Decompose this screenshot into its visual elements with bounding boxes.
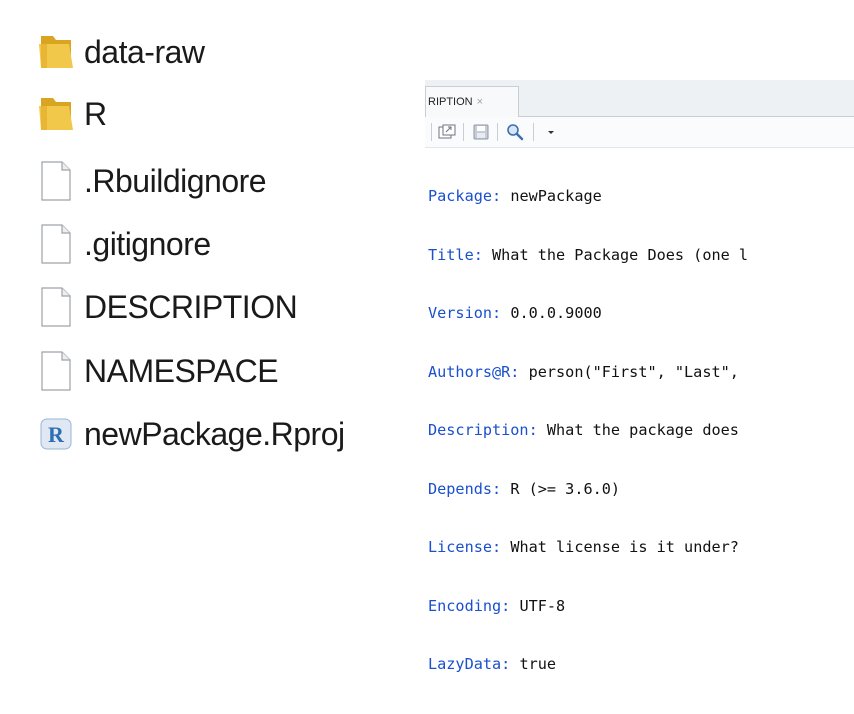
dropdown-icon[interactable]	[541, 122, 561, 142]
field-value: 0.0.0.9000	[501, 304, 602, 322]
code-line: Title: What the Package Does (one l	[428, 245, 749, 264]
code-line: Depends: R (>= 3.6.0)	[428, 479, 621, 498]
search-icon[interactable]	[505, 122, 525, 142]
open-in-window-icon[interactable]	[437, 122, 457, 142]
field-key: LazyData	[428, 655, 502, 673]
field-key: Encoding	[428, 596, 502, 615]
field-key: Title	[428, 245, 474, 264]
field-value: What the package does	[537, 421, 739, 439]
field-key: Depends	[428, 479, 493, 498]
field-key: Package	[428, 187, 493, 205]
field-key: Description	[428, 421, 529, 439]
code-line: Encoding: UTF-8	[428, 596, 566, 615]
file-item-label: .gitignore	[84, 225, 211, 262]
tab-label: RIPTION	[428, 96, 473, 108]
field-value: What license is it under?	[501, 538, 739, 556]
field-key: Version	[428, 304, 493, 322]
document-icon	[36, 157, 76, 205]
file-item-namespace[interactable]: NAMESPACE	[36, 343, 279, 399]
field-value: newPackage	[501, 187, 602, 205]
document-icon	[36, 347, 76, 395]
folder-icon	[36, 90, 76, 138]
tab-strip: RIPTION ×	[425, 80, 854, 117]
code-line: LazyData: true	[428, 655, 557, 673]
toolbar-divider	[533, 123, 534, 141]
code-line: Package: newPackage	[428, 187, 602, 205]
folder-icon	[36, 28, 76, 76]
field-value: What the Package Does (one l	[482, 245, 749, 264]
toolbar-divider	[431, 123, 432, 141]
file-item-r[interactable]: R	[36, 86, 107, 142]
code-editor[interactable]: Package: newPackage Title: What the Pack…	[428, 148, 748, 714]
save-icon[interactable]	[471, 122, 491, 142]
file-item-label: NAMESPACE	[84, 352, 279, 389]
toolbar-divider	[463, 123, 464, 141]
rproj-icon: R	[36, 410, 76, 458]
field-value: UTF-8	[510, 596, 566, 615]
tab-description[interactable]: RIPTION ×	[425, 86, 519, 117]
file-item-label: data-raw	[84, 33, 205, 70]
code-line: Authors@R: person("First", "Last",	[428, 362, 739, 381]
code-line: License: What license is it under?	[428, 538, 739, 556]
file-explorer-list: data-raw R .Rbuildignore .gitignore DESC…	[0, 0, 428, 469]
field-key: License	[428, 538, 493, 556]
code-line: Description: What the package does	[428, 421, 739, 439]
field-value: person("First", "Last",	[519, 362, 739, 381]
editor-toolbar	[425, 117, 854, 148]
file-item-gitignore[interactable]: .gitignore	[36, 216, 211, 272]
file-item-rbuildignore[interactable]: .Rbuildignore	[36, 153, 267, 209]
document-icon	[36, 283, 76, 331]
file-item-label: DESCRIPTION	[84, 288, 298, 325]
toolbar-divider	[497, 123, 498, 141]
rproj-badge-letter: R	[48, 422, 65, 447]
file-item-label: R	[84, 95, 107, 132]
field-key: Authors@R	[428, 362, 511, 381]
document-icon	[36, 220, 76, 268]
field-value: true	[510, 655, 557, 673]
file-item-data-raw[interactable]: data-raw	[36, 24, 205, 80]
close-icon[interactable]: ×	[477, 96, 483, 108]
file-item-label: .Rbuildignore	[84, 162, 267, 199]
file-item-label: newPackage.Rproj	[84, 415, 345, 452]
editor-pane: RIPTION × Package: newPackage Title: Wha…	[425, 80, 854, 673]
file-item-description[interactable]: DESCRIPTION	[36, 279, 298, 335]
file-item-rproj[interactable]: R newPackage.Rproj	[36, 406, 345, 462]
code-line: Version: 0.0.0.9000	[428, 304, 602, 322]
field-value: R (>= 3.6.0)	[501, 479, 621, 498]
